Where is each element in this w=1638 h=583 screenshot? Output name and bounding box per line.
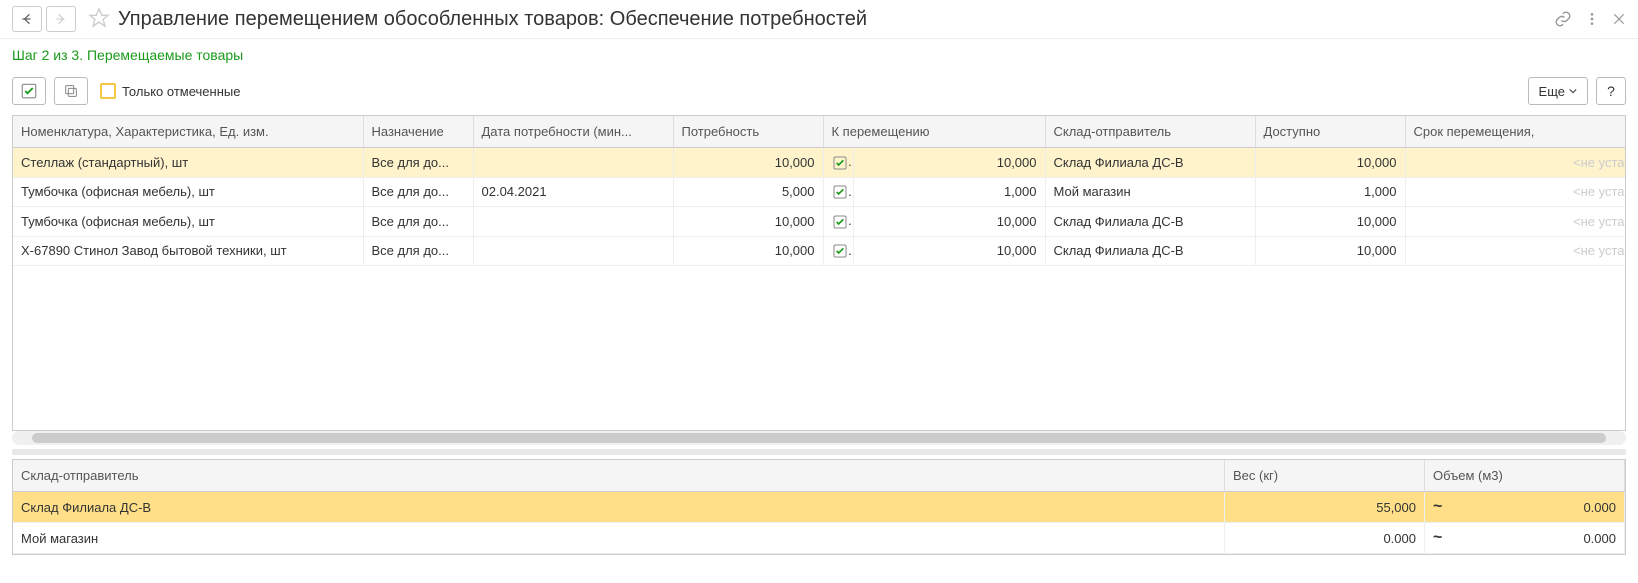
- table-row[interactable]: Стеллаж (стандартный), штВсе для до... 10…: [13, 148, 1625, 178]
- pane-separator[interactable]: [12, 449, 1626, 455]
- cell-check[interactable]: [823, 236, 853, 266]
- cell-weight[interactable]: 55,000: [1225, 492, 1425, 523]
- col-summary-warehouse[interactable]: Склад-отправитель: [13, 460, 1225, 492]
- cell-available[interactable]: 10,000: [1255, 207, 1405, 237]
- cell-need[interactable]: 10,000: [673, 236, 823, 266]
- cell-deadline[interactable]: <не уста: [1405, 236, 1625, 266]
- cell-assignment[interactable]: Все для до...: [363, 177, 473, 207]
- cell-deadline[interactable]: <не уста: [1405, 148, 1625, 178]
- cell-check[interactable]: [823, 207, 853, 237]
- cell-to-move[interactable]: 10,000: [853, 207, 1045, 237]
- summary-row[interactable]: Склад Филиала ДС-В55,000~0.000: [13, 492, 1625, 523]
- cell-check[interactable]: [823, 148, 853, 178]
- copy-button[interactable]: [54, 77, 88, 105]
- cell-nomenclature[interactable]: Тумбочка (офисная мебель), шт: [13, 177, 363, 207]
- summary-row[interactable]: Мой магазин0.000~0.000: [13, 523, 1625, 554]
- cell-need[interactable]: 10,000: [673, 148, 823, 178]
- horizontal-scrollbar[interactable]: [12, 431, 1626, 445]
- cell-check[interactable]: [823, 177, 853, 207]
- cell-weight[interactable]: 0.000: [1225, 523, 1425, 554]
- cell-to-move[interactable]: 1,000: [853, 177, 1045, 207]
- tilde-icon: ~: [1433, 529, 1442, 547]
- header-bar: Управление перемещением обособленных тов…: [0, 0, 1638, 39]
- cell-need[interactable]: 10,000: [673, 207, 823, 237]
- col-deadline[interactable]: Срок перемещения,: [1405, 116, 1625, 148]
- step-label: Шаг 2 из 3. Перемещаемые товары: [0, 39, 1638, 71]
- check-all-button[interactable]: [12, 77, 46, 105]
- col-sender-warehouse[interactable]: Склад-отправитель: [1045, 116, 1255, 148]
- cell-volume[interactable]: ~0.000: [1425, 523, 1625, 554]
- cell-nomenclature[interactable]: Тумбочка (офисная мебель), шт: [13, 207, 363, 237]
- kebab-menu-icon[interactable]: [1584, 11, 1600, 27]
- more-button[interactable]: Еще: [1528, 77, 1588, 105]
- col-nomenclature[interactable]: Номенклатура, Характеристика, Ед. изм.: [13, 116, 363, 148]
- cell-warehouse[interactable]: Мой магазин: [13, 523, 1225, 554]
- main-table: Номенклатура, Характеристика, Ед. изм. Н…: [12, 115, 1626, 431]
- cell-available[interactable]: 1,000: [1255, 177, 1405, 207]
- cell-assignment[interactable]: Все для до...: [363, 236, 473, 266]
- cell-volume[interactable]: ~0.000: [1425, 492, 1625, 523]
- nav-forward-button[interactable]: [46, 6, 76, 32]
- cell-need-date[interactable]: 02.04.2021: [473, 177, 673, 207]
- cell-sender-warehouse[interactable]: Мой магазин: [1045, 177, 1255, 207]
- cell-available[interactable]: 10,000: [1255, 148, 1405, 178]
- page-title: Управление перемещением обособленных тов…: [118, 8, 1554, 31]
- cell-need-date[interactable]: [473, 236, 673, 266]
- cell-to-move[interactable]: 10,000: [853, 236, 1045, 266]
- toolbar: Только отмеченные Еще ?: [0, 71, 1638, 111]
- summary-header-row: Склад-отправитель Вес (кг) Объем (м3): [13, 460, 1625, 492]
- cell-sender-warehouse[interactable]: Склад Филиала ДС-В: [1045, 236, 1255, 266]
- col-to-move[interactable]: К перемещению: [823, 116, 1045, 148]
- cell-deadline[interactable]: <не уста: [1405, 177, 1625, 207]
- favorite-star-icon[interactable]: [88, 7, 110, 32]
- cell-need[interactable]: 5,000: [673, 177, 823, 207]
- summary-table: Склад-отправитель Вес (кг) Объем (м3) Ск…: [12, 459, 1626, 555]
- nav-back-button[interactable]: [12, 6, 42, 32]
- cell-warehouse[interactable]: Склад Филиала ДС-В: [13, 492, 1225, 523]
- table-row[interactable]: Тумбочка (офисная мебель), штВсе для до.…: [13, 207, 1625, 237]
- cell-sender-warehouse[interactable]: Склад Филиала ДС-В: [1045, 207, 1255, 237]
- table-row[interactable]: Х-67890 Стинол Завод бытовой техники, шт…: [13, 236, 1625, 266]
- close-icon[interactable]: [1612, 12, 1626, 26]
- cell-need-date[interactable]: [473, 207, 673, 237]
- table-row[interactable]: Тумбочка (офисная мебель), штВсе для до.…: [13, 177, 1625, 207]
- col-need-date[interactable]: Дата потребности (мин...: [473, 116, 673, 148]
- cell-assignment[interactable]: Все для до...: [363, 148, 473, 178]
- cell-deadline[interactable]: <не уста: [1405, 207, 1625, 237]
- only-checked-checkbox[interactable]: [100, 83, 116, 99]
- only-checked-label: Только отмеченные: [122, 84, 240, 99]
- cell-nomenclature[interactable]: Стеллаж (стандартный), шт: [13, 148, 363, 178]
- link-icon[interactable]: [1554, 10, 1572, 28]
- cell-sender-warehouse[interactable]: Склад Филиала ДС-В: [1045, 148, 1255, 178]
- help-button[interactable]: ?: [1596, 77, 1626, 105]
- col-summary-weight[interactable]: Вес (кг): [1225, 460, 1425, 492]
- col-available[interactable]: Доступно: [1255, 116, 1405, 148]
- col-assignment[interactable]: Назначение: [363, 116, 473, 148]
- cell-nomenclature[interactable]: Х-67890 Стинол Завод бытовой техники, шт: [13, 236, 363, 266]
- cell-need-date[interactable]: [473, 148, 673, 178]
- chevron-down-icon: [1569, 87, 1577, 95]
- table-header-row: Номенклатура, Характеристика, Ед. изм. Н…: [13, 116, 1625, 148]
- col-summary-volume[interactable]: Объем (м3): [1425, 460, 1625, 492]
- cell-assignment[interactable]: Все для до...: [363, 207, 473, 237]
- col-need[interactable]: Потребность: [673, 116, 823, 148]
- cell-to-move[interactable]: 10,000: [853, 148, 1045, 178]
- tilde-icon: ~: [1433, 498, 1442, 516]
- cell-available[interactable]: 10,000: [1255, 236, 1405, 266]
